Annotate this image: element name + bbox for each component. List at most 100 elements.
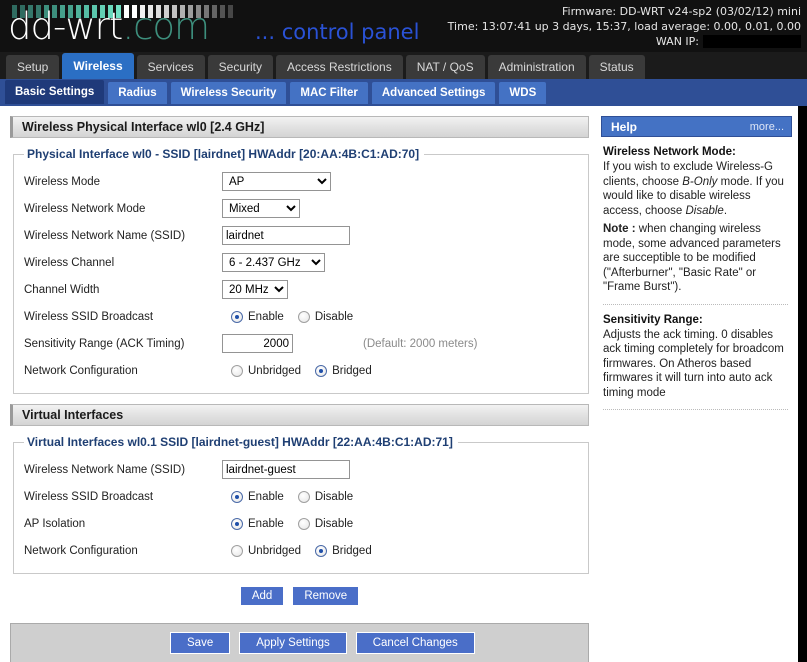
channel-width-select[interactable]: 20 MHz40 MHz [222,280,288,299]
radio-dot-icon [231,365,243,377]
wireless-mode-control[interactable]: APClientClient BridgeAd-HocRepeaterRepea… [222,172,331,191]
row-virtual-ssid-broadcast: Wireless SSID Broadcast EnableDisable [24,483,578,510]
nav-tab-security[interactable]: Security [208,55,273,79]
row-physical-ssid: Wireless Network Name (SSID) [24,222,578,249]
uptime-line: Time: 13:07:41 up 3 days, 15:37, load av… [448,19,801,34]
virtual-netconfig-radio-group[interactable]: Unbridged Bridged [231,545,386,557]
physical-broadcast-control[interactable]: Enable Disable [222,311,367,323]
nav-tab-services[interactable]: Services [137,55,205,79]
tick-mark [220,5,225,18]
radio-option-bridged[interactable]: Bridged [315,545,372,557]
form-action-bar: Save Apply Settings Cancel Changes [10,623,589,662]
radio-option-disable[interactable]: Disable [298,518,353,530]
network-mode-control[interactable]: MixedB-OnlyG-OnlyNG-MixedN-OnlyDisabled [222,199,300,218]
virtual-ssid-control[interactable] [222,460,350,479]
network-mode-label: Wireless Network Mode [24,203,222,215]
nav-tab-status[interactable]: Status [589,55,645,79]
channel-width-label: Channel Width [24,284,222,296]
radio-option-unbridged[interactable]: Unbridged [231,545,301,557]
network-mode-select[interactable]: MixedB-OnlyG-OnlyNG-MixedN-OnlyDisabled [222,199,300,218]
help-header: Help more... [601,116,792,137]
wan-ip-label: WAN IP: [656,34,699,49]
ap-isolation-radio-group[interactable]: Enable Disable [231,518,367,530]
subtab-advanced-settings[interactable]: Advanced Settings [372,82,496,104]
radio-dot-icon [298,311,310,323]
help-s1-emphasis-disable: Disable [685,205,723,217]
help-divider-2 [603,409,788,410]
radio-option-label: Enable [248,311,284,323]
help-section2-title: Sensitivity Range: [603,314,788,326]
help-section1-paragraph: If you wish to exclude Wireless-G client… [603,160,788,218]
control-panel-title: ... control panel [255,20,419,44]
radio-option-bridged[interactable]: Bridged [315,365,372,377]
radio-option-label: Unbridged [248,545,301,557]
sensitivity-default-hint: (Default: 2000 meters) [363,338,477,350]
wireless-channel-control[interactable]: Auto1 - 2.412 GHz6 - 2.437 GHz11 - 2.462… [222,253,325,272]
wireless-mode-select[interactable]: APClientClient BridgeAd-HocRepeaterRepea… [222,172,331,191]
virtual-ssid-input[interactable] [222,460,350,479]
radio-option-enable[interactable]: Enable [231,311,284,323]
row-channel-width: Channel Width 20 MHz40 MHz [24,276,578,303]
help-more-link[interactable]: more... [750,121,784,133]
physical-broadcast-radio-group[interactable]: Enable Disable [231,311,367,323]
physical-netconfig-control[interactable]: Unbridged Bridged [222,365,386,377]
subtab-wireless-security[interactable]: Wireless Security [171,82,287,104]
sensitivity-input[interactable] [222,334,293,353]
radio-option-disable[interactable]: Disable [298,311,353,323]
help-divider-1 [603,304,788,305]
nav-tab-nat-qos[interactable]: NAT / QoS [406,55,485,79]
ap-isolation-control[interactable]: Enable Disable [222,518,367,530]
virtual-interface-actions: Add Remove [10,586,589,606]
radio-option-disable[interactable]: Disable [298,491,353,503]
apply-settings-button[interactable]: Apply Settings [239,632,347,654]
virtual-interfaces-section-header: Virtual Interfaces [10,404,589,426]
dd-wrt-control-panel: dd-wrt.com ... control panel Firmware: D… [0,0,807,662]
save-button[interactable]: Save [170,632,230,654]
main-navigation[interactable]: SetupWirelessServicesSecurityAccess Rest… [0,52,807,79]
virtual-broadcast-control[interactable]: Enable Disable [222,491,367,503]
remove-button[interactable]: Remove [292,586,359,606]
nav-tab-setup[interactable]: Setup [6,55,59,79]
wireless-channel-select[interactable]: Auto1 - 2.412 GHz6 - 2.437 GHz11 - 2.462… [222,253,325,272]
help-title: Help [611,120,637,134]
physical-ssid-input[interactable] [222,226,350,245]
help-section1-title: Wireless Network Mode: [603,146,788,158]
help-section1-note: Note : when changing wireless mode, some… [603,222,788,295]
radio-option-enable[interactable]: Enable [231,491,284,503]
row-virtual-network-configuration: Network Configuration UnbridgedBridged [24,537,578,564]
radio-option-enable[interactable]: Enable [231,518,284,530]
radio-option-label: Disable [315,491,353,503]
page-body: Wireless Physical Interface wl0 [2.4 GHz… [0,106,807,662]
radio-option-label: Enable [248,518,284,530]
nav-tab-wireless[interactable]: Wireless [62,53,133,79]
virtual-broadcast-radio-group[interactable]: Enable Disable [231,491,367,503]
page-header: dd-wrt.com ... control panel Firmware: D… [0,0,807,52]
sensitivity-control[interactable]: (Default: 2000 meters) [222,334,477,353]
wan-ip-line: WAN IP: [448,34,801,49]
radio-dot-icon [298,491,310,503]
dd-wrt-logo: dd-wrt.com [8,8,209,45]
subtab-basic-settings[interactable]: Basic Settings [5,80,104,104]
tick-mark [212,5,217,18]
physical-netconfig-radio-group[interactable]: Unbridged Bridged [231,365,386,377]
virtual-netconfig-control[interactable]: Unbridged Bridged [222,545,386,557]
add-button[interactable]: Add [240,586,284,606]
radio-option-label: Enable [248,491,284,503]
radio-option-unbridged[interactable]: Unbridged [231,365,301,377]
subtab-mac-filter[interactable]: MAC Filter [290,82,368,104]
nav-tab-administration[interactable]: Administration [488,55,586,79]
channel-width-control[interactable]: 20 MHz40 MHz [222,280,288,299]
sub-navigation[interactable]: Basic SettingsRadiusWireless SecurityMAC… [0,79,807,106]
radio-option-label: Bridged [332,365,372,377]
row-wireless-channel: Wireless Channel Auto1 - 2.412 GHz6 - 2.… [24,249,578,276]
wireless-mode-label: Wireless Mode [24,176,222,188]
cancel-changes-button[interactable]: Cancel Changes [356,632,475,654]
subtab-radius[interactable]: Radius [108,82,166,104]
router-status-info: Firmware: DD-WRT v24-sp2 (03/02/12) mini… [448,4,801,49]
physical-ssid-control[interactable] [222,226,350,245]
subtab-wds[interactable]: WDS [499,82,546,104]
nav-tab-access-restrictions[interactable]: Access Restrictions [276,55,403,79]
radio-dot-icon [231,545,243,557]
wireless-channel-label: Wireless Channel [24,257,222,269]
settings-content: Wireless Physical Interface wl0 [2.4 GHz… [0,106,597,662]
